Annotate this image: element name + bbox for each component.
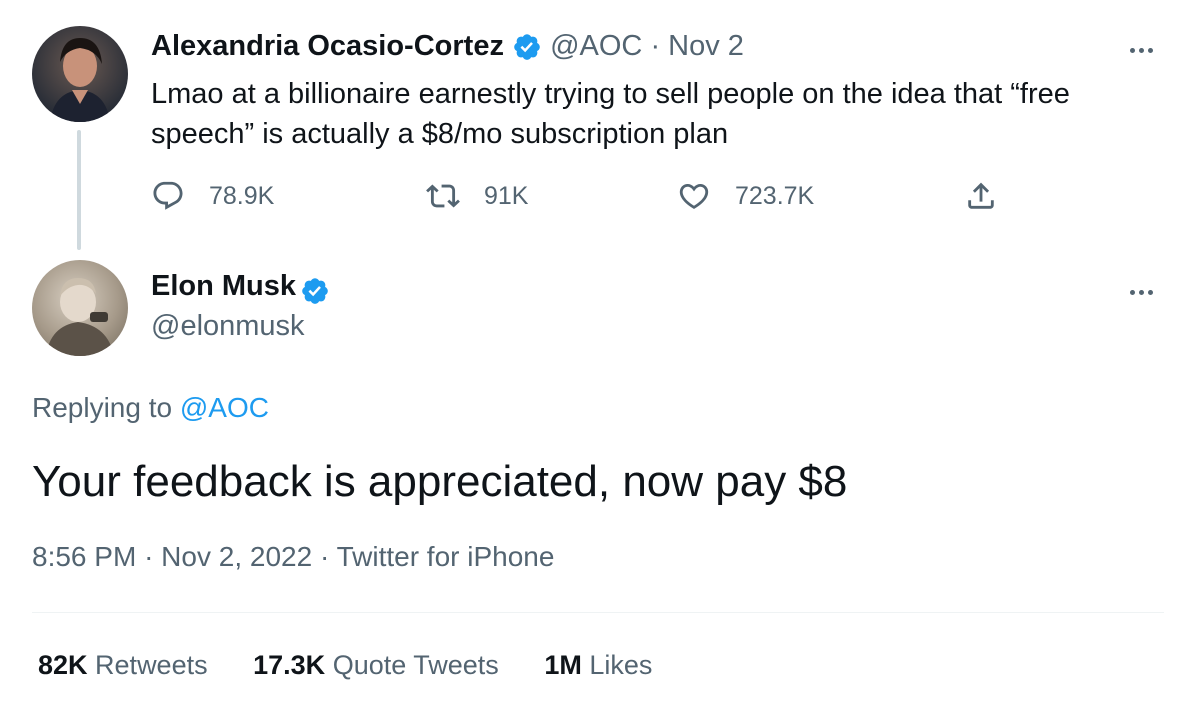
engagement-stats: 82K Retweets 17.3K Quote Tweets 1M Likes <box>38 650 690 681</box>
replying-prefix: Replying to <box>32 392 173 423</box>
thread-connector <box>77 130 81 250</box>
parent-tweet-header: Alexandria Ocasio-Cortez @AOC · Nov 2 <box>151 28 744 64</box>
retweets-count: 82K <box>38 650 88 680</box>
separator-dot: · <box>319 541 330 572</box>
divider <box>32 612 1164 613</box>
reply-icon <box>153 181 183 210</box>
quote-tweets-label: Quote Tweets <box>332 650 499 680</box>
retweet-icon <box>426 184 460 208</box>
likes-stat[interactable]: 1M Likes <box>544 650 652 680</box>
author-handle[interactable]: @elonmusk <box>151 310 305 343</box>
tweet-meta: 8:56 PM · Nov 2, 2022 · Twitter for iPho… <box>32 541 554 573</box>
more-options-icon[interactable] <box>1130 40 1164 53</box>
tweet-full-date[interactable]: Nov 2, 2022 <box>161 541 312 572</box>
author-name[interactable]: Alexandria Ocasio-Cortez <box>151 30 504 62</box>
retweet-count: 91K <box>484 181 529 210</box>
replying-to-link[interactable]: @AOC <box>180 392 269 423</box>
tweet-source[interactable]: Twitter for iPhone <box>337 541 555 572</box>
separator-dot: · <box>144 541 154 572</box>
heart-icon <box>679 183 709 209</box>
aoc-avatar[interactable] <box>32 26 128 122</box>
more-options-icon[interactable] <box>1130 282 1164 295</box>
retweets-stat[interactable]: 82K Retweets <box>38 650 208 680</box>
verified-badge-icon <box>514 34 540 61</box>
verified-badge-icon <box>302 277 329 304</box>
tweet-date[interactable]: Nov 2 <box>668 30 744 62</box>
likes-count: 1M <box>544 650 582 680</box>
share-button[interactable] <box>964 178 1022 214</box>
retweet-button[interactable]: 91K <box>426 178 528 214</box>
parent-tweet-text: Lmao at a billionaire earnestly trying t… <box>151 78 1070 150</box>
quote-tweets-count: 17.3K <box>253 650 326 680</box>
author-handle[interactable]: @AOC <box>550 30 642 62</box>
separator-dot: · <box>650 30 661 62</box>
main-tweet-header: Elon Musk <box>151 268 330 309</box>
like-count: 723.7K <box>735 181 815 210</box>
tweet-time[interactable]: 8:56 PM <box>32 541 136 572</box>
like-button[interactable]: 723.7K <box>677 178 814 214</box>
author-name[interactable]: Elon Musk <box>151 270 296 302</box>
likes-label: Likes <box>589 650 653 680</box>
elon-avatar[interactable] <box>32 260 128 356</box>
main-tweet-text: Your feedback is appreciated, now pay $8 <box>32 457 848 506</box>
reply-button[interactable]: 78.9K <box>151 178 274 214</box>
retweets-label: Retweets <box>95 650 208 680</box>
reply-count: 78.9K <box>209 181 275 210</box>
quote-tweets-stat[interactable]: 17.3K Quote Tweets <box>253 650 499 680</box>
share-icon <box>968 182 994 209</box>
replying-to-line: Replying to @AOC <box>32 392 269 424</box>
